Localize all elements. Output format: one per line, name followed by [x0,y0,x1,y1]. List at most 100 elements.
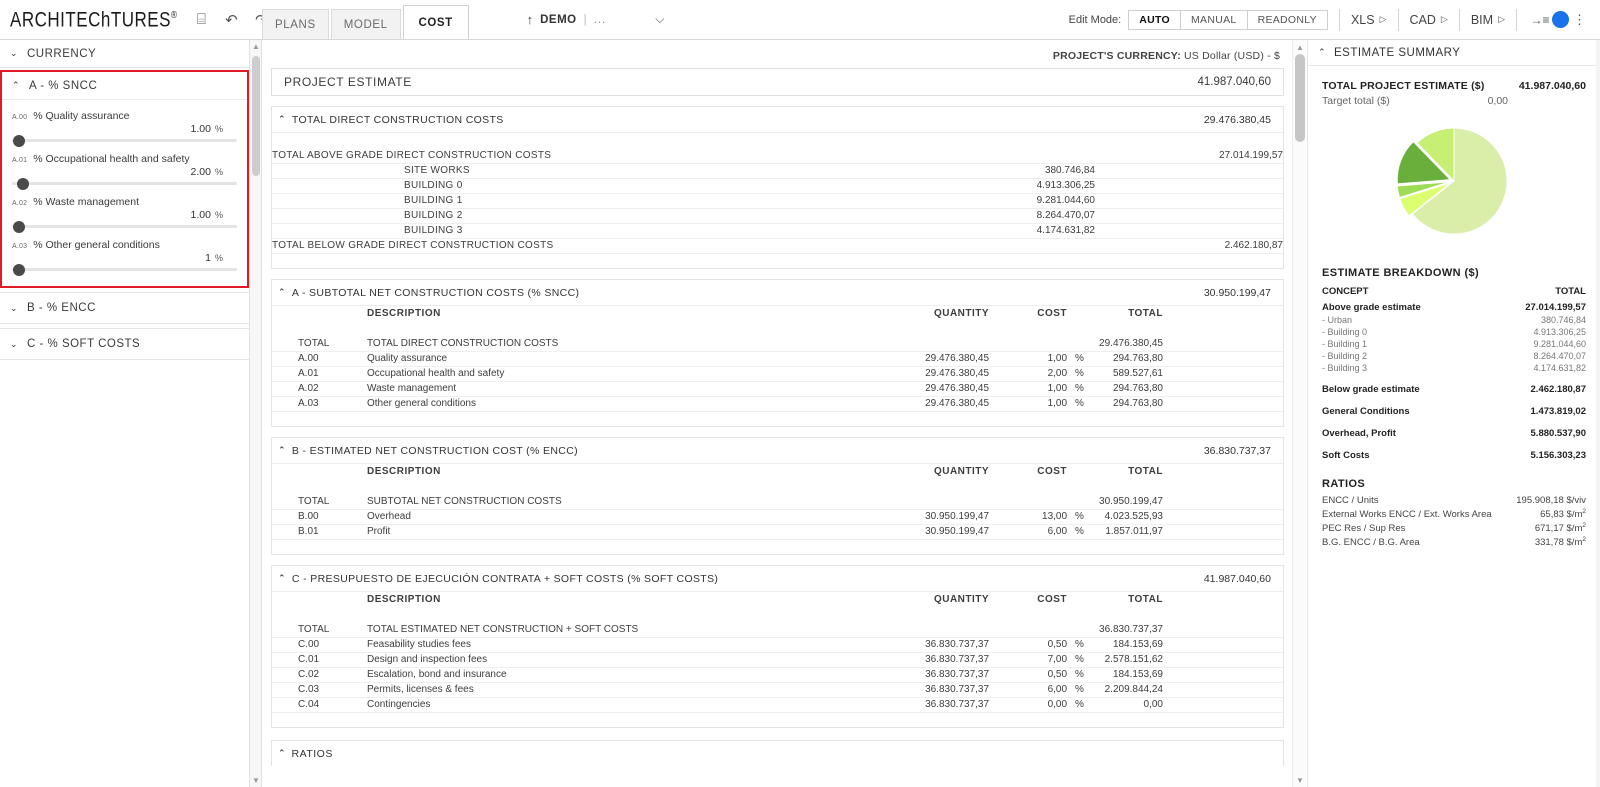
sidebar-section-currency[interactable]: ⌄ CURRENCY [0,40,249,68]
row-description: Overhead [367,509,779,524]
section-c-table: DESCRIPTION QUANTITY COST TOTAL TOTAL TO… [272,592,1283,727]
slider-thumb[interactable] [13,221,25,233]
ratio-value-text: 195.908,18 $/viv [1516,495,1586,506]
slider-track[interactable] [12,225,237,228]
tab-model[interactable]: MODEL [331,9,401,39]
section-header[interactable]: ⌃ B - ESTIMATED NET CONSTRUCTION COST (%… [272,438,1283,464]
sidebar-section-encc[interactable]: ⌄ B - % ENCC [0,292,249,324]
row-cost[interactable]: 13,00 [989,509,1067,524]
table-row: TOTAL BELOW GRADE DIRECT CONSTRUCTION CO… [272,238,1283,253]
section-header[interactable]: ⌃ C - PRESUPUESTO DE EJECUCIÓN CONTRATA … [272,566,1283,592]
edit-mode-readonly[interactable]: READONLY [1247,11,1327,29]
scroll-up-arrow-icon[interactable]: ▲ [250,40,262,53]
sidebar-section-sncc[interactable]: ⌃ A - % SNCC [2,72,247,100]
slider-value: 2.00 [191,166,211,178]
row-pct: % [1067,351,1099,366]
row-description: TOTAL DIRECT CONSTRUCTION COSTS [367,336,779,351]
section-header[interactable]: ⌃ A - SUBTOTAL NET CONSTRUCTION COSTS (%… [272,280,1283,306]
chevron-up-icon[interactable]: ⌃ [278,287,286,298]
export-cad-button[interactable]: CAD ▷ [1410,13,1448,27]
table-row: C.03 Permits, licenses & fees 36.830.737… [272,682,1283,697]
slider-value: 1.00 [191,209,211,221]
row-cost[interactable]: 1,00 [989,396,1067,411]
row-total: 294.763,80 [1099,381,1283,396]
row-cost[interactable]: 1,00 [989,351,1067,366]
avatar[interactable] [1552,11,1569,28]
slider-thumb[interactable] [17,178,29,190]
chevron-up-icon[interactable]: ⌃ [278,573,286,584]
chevron-up-icon[interactable]: ⌃ [278,445,286,456]
tab-plans[interactable]: PLANS [262,9,329,39]
undo-icon[interactable]: ↶ [219,8,243,32]
direct-costs-table: TOTAL ABOVE GRADE DIRECT CONSTRUCTION CO… [272,133,1283,268]
table-row: Below grade estimate 2.462.180,87 [1322,381,1586,396]
slider-thumb[interactable] [13,264,25,276]
row-quantity: 29.476.380,45 [779,351,989,366]
main-scrollbar-thumb[interactable] [1295,54,1305,142]
section-ratios[interactable]: ⌃ RATIOS [271,740,1284,766]
section-title-group: ⌃ A - SUBTOTAL NET CONSTRUCTION COSTS (%… [278,287,579,299]
row-cost[interactable]: 0,50 [989,637,1067,652]
tab-cost[interactable]: COST [403,5,469,39]
export-xls-button[interactable]: XLS ▷ [1351,13,1387,27]
target-total-value: 0,00 [1488,95,1508,107]
row-value: 2.462.180,87 [1485,381,1586,396]
estimate-summary-title: ESTIMATE SUMMARY [1334,47,1460,59]
row-cost[interactable]: 1,00 [989,381,1067,396]
topbar-right-controls: Edit Mode: AUTO MANUAL READONLY XLS ▷ CA… [1069,0,1600,39]
scroll-down-arrow-icon[interactable]: ▼ [1293,773,1307,787]
edit-mode-manual[interactable]: MANUAL [1180,11,1247,29]
edit-mode-auto[interactable]: AUTO [1129,11,1180,29]
row-cost[interactable]: 6,00 [989,682,1067,697]
chevron-up-icon[interactable]: ⌃ [278,114,286,125]
right-panel-scrollbar[interactable] [1596,40,1600,787]
row-cost[interactable]: 2,00 [989,366,1067,381]
sidebar-scrollbar[interactable]: ▲ ▼ [250,40,262,787]
row-pct [1067,336,1099,351]
table-row: BUILDING 0 4.913.306,25 [272,178,1283,193]
estimate-summary-header[interactable]: ⌃ ESTIMATE SUMMARY [1308,40,1600,66]
scroll-up-arrow-icon[interactable]: ▲ [1293,40,1307,54]
table-row: TOTAL TOTAL DIRECT CONSTRUCTION COSTS 29… [272,336,1283,351]
main-scrollbar[interactable]: ▲ ▼ [1292,40,1306,787]
above-grade-label: TOTAL ABOVE GRADE DIRECT CONSTRUCTION CO… [272,148,953,163]
chevron-up-icon[interactable]: ⌃ [278,748,286,759]
project-name[interactable]: DEMO [540,14,577,26]
spacer-row [272,321,1283,336]
row-value: 331,78 $/m2 [1509,535,1586,549]
row-code: C.03 [272,682,367,697]
row-pct: % [1067,381,1099,396]
row-cost[interactable]: 0,00 [989,697,1067,712]
col-pct [1067,592,1099,607]
spacer-row [272,253,1283,268]
row-code: B.00 [272,509,367,524]
row-cost[interactable]: 7,00 [989,652,1067,667]
row-quantity: 36.830.737,37 [779,667,989,682]
app-logo: ARCHITEChTURES® [10,7,177,32]
row-pct [1067,494,1099,509]
slider-track[interactable] [12,182,237,185]
sidebar-section-soft-costs[interactable]: ⌄ C - % SOFT COSTS [0,328,249,360]
upload-icon[interactable]: ↑ [527,12,534,27]
kebab-menu-icon[interactable]: ⋮ [1569,13,1590,26]
section-header[interactable]: ⌃ TOTAL DIRECT CONSTRUCTION COSTS 29.476… [272,107,1283,133]
col-total: TOTAL [1485,285,1586,299]
save-icon[interactable]: ⌸ [189,8,213,32]
slider-track[interactable] [12,268,237,271]
row-description: TOTAL ESTIMATED NET CONSTRUCTION + SOFT … [367,622,779,637]
row-cost[interactable]: 6,00 [989,524,1067,539]
row-cost[interactable]: 0,50 [989,667,1067,682]
chevron-down-icon[interactable]: ⌵ [655,12,664,27]
slider-thumb[interactable] [13,135,25,147]
row-description: Contingencies [367,697,779,712]
project-separator: | [584,14,587,26]
sidebar-scrollbar-thumb[interactable] [252,56,260,176]
collapse-panel-icon[interactable]: →≡ [1528,8,1552,32]
row-pct: % [1067,396,1099,411]
spacer-row [1322,396,1586,403]
scroll-down-arrow-icon[interactable]: ▼ [250,774,262,787]
section-c-presupuesto-soft-costs: ⌃ C - PRESUPUESTO DE EJECUCIÓN CONTRATA … [271,565,1284,728]
project-more-dots[interactable]: ... [594,14,607,26]
slider-track[interactable] [12,139,237,142]
export-bim-button[interactable]: BIM ▷ [1471,13,1505,27]
